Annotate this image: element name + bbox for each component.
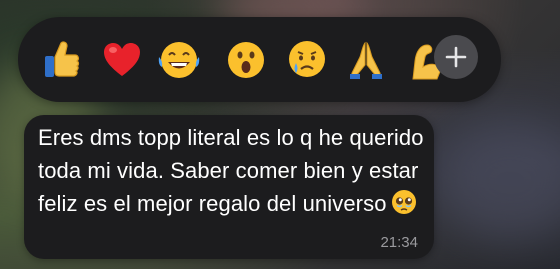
reaction-folded-hands[interactable]	[343, 37, 389, 83]
reaction-thumbs-up[interactable]	[38, 37, 84, 83]
message-bubble[interactable]: Eres dms topp literal es lo q he querido…	[24, 115, 434, 259]
reaction-picker	[18, 17, 501, 102]
reaction-crying-face[interactable]	[284, 37, 330, 83]
pleading-face-icon	[391, 189, 417, 224]
reaction-face-with-open-mouth[interactable]	[223, 37, 269, 83]
face-with-open-mouth-icon	[228, 42, 264, 78]
reaction-face-with-tears-of-joy[interactable]	[156, 37, 202, 83]
folded-hands-icon	[350, 41, 382, 79]
plus-icon	[445, 46, 467, 68]
message-body: Eres dms topp literal es lo q he querido…	[38, 125, 424, 216]
wallpaper-blob	[440, 120, 560, 240]
message-timestamp: 21:34	[380, 234, 418, 251]
crying-face-icon	[289, 41, 325, 77]
reaction-red-heart[interactable]	[99, 37, 145, 83]
red-heart-icon	[104, 43, 140, 76]
message-text: Eres dms topp literal es lo q he querido…	[38, 121, 430, 224]
more-reactions-button[interactable]	[434, 35, 478, 79]
thumbs-up-icon	[45, 41, 80, 77]
face-with-tears-of-joy-icon	[158, 42, 200, 78]
